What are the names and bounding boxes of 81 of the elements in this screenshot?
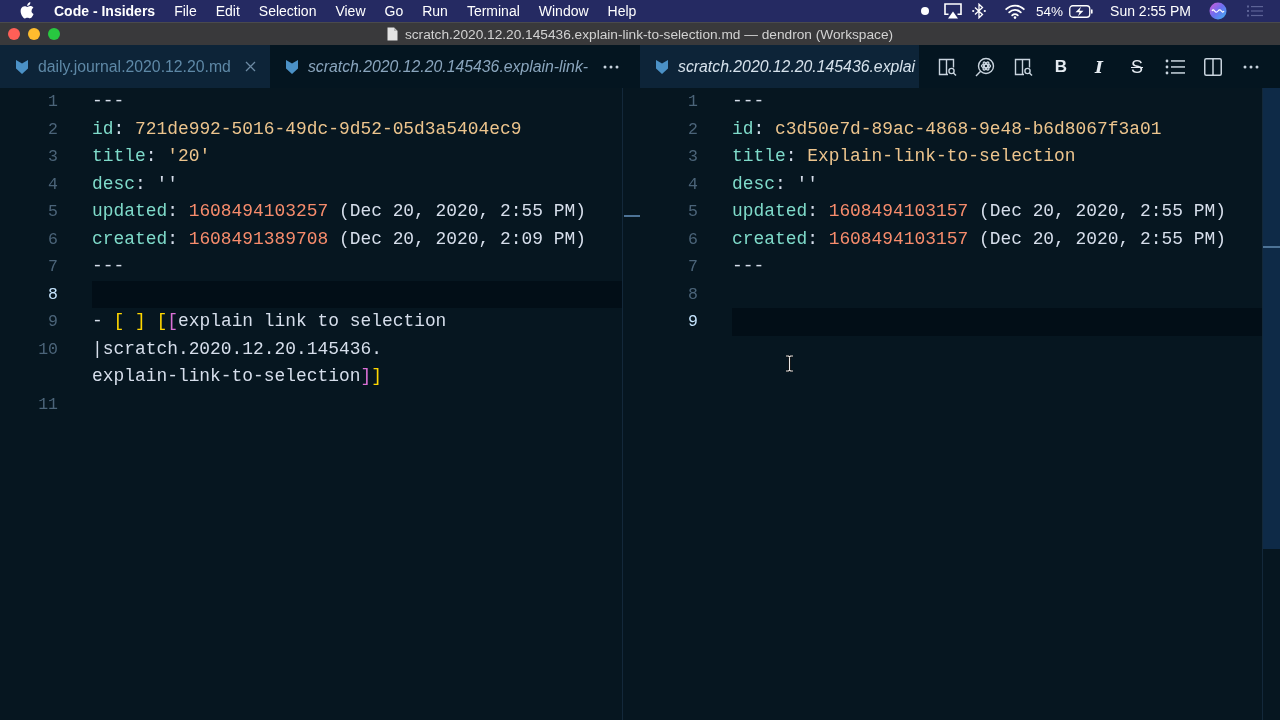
bold-button[interactable]: B — [1054, 56, 1068, 77]
code-line: created: 1608494103157 (Dec 20, 2020, 2:55 PM) — [732, 227, 1226, 251]
menu-item[interactable]: Window — [538, 3, 589, 19]
menu-item[interactable]: Run — [422, 3, 448, 19]
line-number: 4 — [688, 173, 698, 196]
code-line: id: c3d50e7d-89ac-4868-9e48-b6d8067f3a01 — [732, 117, 1162, 141]
close-icon[interactable] — [244, 61, 256, 72]
panel-search-icon[interactable] — [1013, 56, 1033, 77]
code-line: explain-link-to-selection]] — [92, 365, 382, 388]
bluetooth-icon[interactable] — [972, 3, 987, 19]
line-number: 9 — [688, 311, 698, 333]
line-number: 3 — [48, 146, 58, 168]
window-zoom-icon[interactable] — [48, 28, 60, 40]
line-number: 8 — [48, 283, 58, 306]
text-cursor-icon — [785, 355, 794, 372]
split-editor-icon[interactable] — [1204, 57, 1222, 76]
line-number: 5 — [48, 201, 58, 223]
more-icon[interactable] — [1243, 64, 1259, 69]
line-number: 1 — [688, 91, 698, 113]
overview-ruler-mark — [1263, 246, 1280, 248]
battery-percentage: 54% — [1036, 3, 1064, 19]
line-number: 2 — [688, 118, 698, 141]
code-line: created: 1608491389708 (Dec 20, 2020, 2:09 PM) — [92, 227, 586, 251]
code-line: updated: 1608494103157 (Dec 20, 2020, 2:55 PM) — [732, 200, 1226, 223]
line-number: 10 — [38, 338, 58, 361]
menu-item[interactable]: Terminal — [466, 3, 520, 19]
menu-item[interactable]: Help — [607, 3, 637, 19]
arrow-down-icon — [656, 59, 668, 74]
apple-logo-icon[interactable] — [20, 1, 34, 19]
code-line: --- — [92, 255, 125, 278]
menu-item[interactable]: View — [335, 3, 366, 19]
line-number: 2 — [48, 118, 58, 141]
arrow-down-icon — [285, 59, 298, 74]
overview-ruler-mark — [624, 215, 640, 217]
window-close-icon[interactable] — [8, 28, 20, 40]
wifi-icon[interactable] — [1005, 3, 1026, 19]
strikethrough-button[interactable]: S — [1131, 56, 1143, 77]
code-line: |scratch.2020.12.20.145436. — [92, 337, 382, 361]
clock[interactable]: Sun 2:55 PM — [1110, 3, 1191, 19]
menu-item[interactable]: File — [174, 3, 197, 19]
status-dot-icon[interactable] — [921, 7, 930, 15]
arrow-down-icon — [16, 59, 28, 74]
menu-item[interactable]: Edit — [215, 3, 240, 19]
menu-item[interactable]: Selection — [258, 3, 317, 19]
app-menu[interactable]: Code - Insiders — [54, 3, 156, 19]
line-number: 11 — [38, 393, 58, 416]
code-line: title: Explain-link-to-selection — [732, 145, 1076, 168]
code-line: --- — [732, 90, 765, 113]
line-number: 4 — [48, 173, 58, 196]
magnifier-icon[interactable] — [975, 56, 995, 77]
siri-icon[interactable] — [1209, 2, 1227, 20]
line-number: 6 — [48, 228, 58, 251]
airplay-icon[interactable] — [944, 3, 963, 19]
code-line: --- — [732, 255, 765, 278]
line-number: 7 — [688, 256, 698, 278]
code-line: desc: '' — [92, 172, 178, 196]
panel-search-icon[interactable] — [937, 56, 957, 77]
menu-item[interactable]: Go — [384, 3, 404, 19]
line-number: 1 — [48, 91, 58, 113]
window-minimize-icon[interactable] — [28, 28, 40, 40]
more-icon[interactable] — [603, 64, 619, 69]
italic-button[interactable]: I — [1095, 56, 1103, 77]
code-line: - [ ] [[explain link to selection — [92, 310, 447, 333]
line-number: 6 — [688, 228, 698, 251]
scrollbar-thumb[interactable] — [1263, 88, 1280, 549]
document-icon — [386, 27, 398, 41]
line-number: 8 — [688, 283, 698, 306]
battery-icon[interactable] — [1069, 4, 1094, 18]
editor-tab[interactable]: daily.journal.2020.12.20.md — [0, 45, 270, 88]
line-number: 9 — [48, 311, 58, 333]
line-number: 5 — [688, 201, 698, 223]
line-number: 3 — [688, 146, 698, 168]
code-line: title: '20' — [92, 145, 211, 168]
code-line: updated: 1608494103257 (Dec 20, 2020, 2:55 PM) — [92, 200, 586, 223]
window-title: scratch.2020.12.20.145436.explain-link-to-selection.md — dendron (Workspace) — [404, 26, 894, 42]
code-line: desc: '' — [732, 172, 818, 196]
code-line: id: 721de992-5016-49dc-9d52-05d3a5404ec9 — [92, 117, 522, 141]
line-number: 7 — [48, 256, 58, 278]
bullet-list-icon[interactable] — [1165, 58, 1185, 75]
code-line: --- — [92, 90, 125, 113]
editor-tab[interactable]: scratch.2020.12.20.145436.explai — [640, 45, 920, 88]
